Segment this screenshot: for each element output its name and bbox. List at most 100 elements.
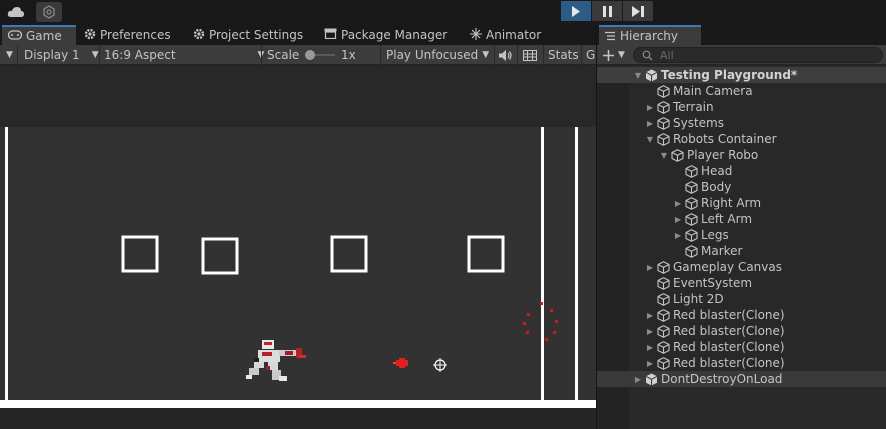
search-placeholder: All (660, 48, 674, 62)
scene-row[interactable]: ▼ Testing Playground* (597, 67, 886, 83)
hierarchy-item-label: Player Robo (687, 148, 759, 162)
top-toolbar (0, 0, 886, 24)
foldout-closed-icon[interactable]: ▶ (672, 195, 684, 211)
hierarchy-item[interactable]: ▶ Right Arm (597, 195, 886, 211)
hierarchy-item-label: Main Camera (673, 84, 753, 98)
hierarchy-item[interactable]: ▶ Red blaster(Clone) (597, 307, 886, 323)
gameobject-cube-icon (656, 100, 670, 114)
foldout-closed-icon[interactable]: ▶ (644, 259, 656, 275)
tab-project-settings[interactable]: Project Settings (187, 25, 309, 45)
hierarchy-item-label: Legs (701, 228, 729, 242)
play-mode-label: Play Unfocused (386, 48, 479, 62)
hierarchy-search-field[interactable]: All (633, 47, 883, 63)
hierarchy-item[interactable]: Body (597, 179, 886, 195)
foldout-open-icon[interactable]: ▼ (632, 67, 644, 83)
tab-preferences[interactable]: Preferences (78, 25, 177, 45)
grid-icon (523, 49, 537, 61)
hierarchy-item[interactable]: ▶ Left Arm (597, 211, 886, 227)
gear-icon (84, 28, 96, 43)
gameobject-cube-icon (656, 356, 670, 370)
display-label: Display 1 (24, 48, 80, 62)
hierarchy-item-label: Light 2D (673, 292, 724, 306)
foldout-closed-icon[interactable]: ▶ (632, 371, 644, 387)
scale-slider-thumb[interactable] (305, 50, 315, 60)
gameobject-cube-icon (656, 292, 670, 306)
hierarchy-item[interactable]: ▶ Red blaster(Clone) (597, 323, 886, 339)
foldout-closed-icon[interactable]: ▶ (644, 307, 656, 323)
hierarchy-item-label: Marker (701, 244, 743, 258)
hierarchy-item[interactable]: ▶ Red blaster(Clone) (597, 339, 886, 355)
speaker-icon (499, 49, 512, 61)
right-wall-outer (575, 127, 578, 407)
foldout-closed-icon[interactable]: ▶ (644, 99, 656, 115)
gameobject-cube-icon (656, 132, 670, 146)
scale-slider[interactable] (305, 45, 335, 65)
step-button[interactable] (623, 1, 653, 21)
pause-icon (602, 5, 612, 17)
gizmos-toggle[interactable]: G (586, 45, 595, 65)
hierarchy-item-label: DontDestroyOnLoad (661, 372, 783, 386)
hierarchy-item[interactable]: Main Camera (597, 83, 886, 99)
foldout-closed-icon[interactable]: ▶ (644, 115, 656, 131)
gameobject-cube-icon (684, 164, 698, 178)
tab-label: Animator (486, 28, 542, 42)
foldout-closed-icon[interactable]: ▶ (644, 355, 656, 371)
chevron-down-icon: ▼ (618, 50, 625, 60)
stats-toggle[interactable]: Stats (548, 45, 579, 65)
scene-icon (644, 372, 658, 386)
scale-value: 1x (341, 48, 356, 62)
hierarchy-item[interactable]: Head (597, 163, 886, 179)
left-wall (5, 127, 8, 407)
aspect-dropdown[interactable]: 16:9 Aspect▼ (104, 45, 264, 65)
cloud-icon[interactable] (3, 2, 29, 22)
hierarchy-toolbar: ▼ All (597, 45, 886, 65)
collab-icon[interactable] (36, 2, 62, 22)
play-mode-dropdown[interactable]: Play Unfocused ▼ (386, 45, 489, 65)
search-icon (642, 50, 653, 61)
hierarchy-item[interactable]: ▶ Legs (597, 227, 886, 243)
gizmo-grid-toggle[interactable] (523, 45, 537, 65)
hierarchy-item[interactable]: ▼ Robots Container (597, 131, 886, 147)
gameobject-cube-icon (670, 148, 684, 162)
hierarchy-item-label: Red blaster(Clone) (673, 356, 785, 370)
hierarchy-item-label: Robots Container (673, 132, 777, 146)
tab-label: Hierarchy (620, 29, 679, 43)
tab-package-manager[interactable]: Package Manager (318, 25, 453, 45)
play-button[interactable] (561, 1, 591, 21)
hierarchy-item[interactable]: ▶ DontDestroyOnLoad (597, 371, 886, 387)
foldout-closed-icon[interactable]: ▶ (672, 227, 684, 243)
foldout-closed-icon[interactable]: ▶ (644, 323, 656, 339)
add-object-button[interactable]: ▼ (603, 47, 625, 63)
hierarchy-item[interactable]: Marker (597, 243, 886, 259)
animator-icon (470, 27, 482, 43)
hierarchy-item[interactable]: ▶ Systems (597, 115, 886, 131)
hierarchy-item[interactable]: ▼ Player Robo (597, 147, 886, 163)
tab-game[interactable]: Game (2, 25, 76, 45)
foldout-closed-icon[interactable]: ▶ (672, 211, 684, 227)
foldout-open-icon[interactable]: ▼ (658, 147, 670, 163)
hierarchy-item[interactable]: EventSystem (597, 275, 886, 291)
foldout-open-icon[interactable]: ▼ (644, 131, 656, 147)
hierarchy-item-label: Body (701, 180, 732, 194)
foldout-closed-icon[interactable]: ▶ (644, 339, 656, 355)
game-viewport[interactable] (0, 66, 596, 429)
display-dropdown[interactable]: Display 1 ▼ (24, 45, 99, 65)
pause-button[interactable] (592, 1, 622, 21)
playback-controls (561, 1, 653, 21)
hierarchy-item-label: Systems (673, 116, 724, 130)
hierarchy-item[interactable]: ▶ Gameplay Canvas (597, 259, 886, 275)
hierarchy-item-label: Red blaster(Clone) (673, 340, 785, 354)
hierarchy-tabstrip: Hierarchy (597, 24, 886, 45)
tab-hierarchy[interactable]: Hierarchy (599, 25, 701, 45)
foldout-spacer (672, 163, 684, 179)
hierarchy-item[interactable]: ▶ Terrain (597, 99, 886, 115)
tab-animator[interactable]: Animator (464, 25, 547, 45)
floor (0, 400, 596, 408)
hierarchy-item[interactable]: ▶ Red blaster(Clone) (597, 355, 886, 371)
hierarchy-item[interactable]: Light 2D (597, 291, 886, 307)
mute-audio-toggle[interactable] (499, 45, 512, 65)
scene-icon (644, 68, 658, 82)
view-dropdown[interactable]: ▼ (2, 45, 13, 65)
gameobject-cube-icon (656, 84, 670, 98)
hierarchy-item-label: Right Arm (701, 196, 762, 210)
